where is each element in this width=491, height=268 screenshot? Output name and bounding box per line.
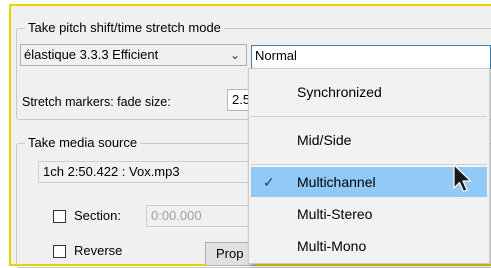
menu-item-label: Multichannel (297, 174, 376, 190)
chevron-down-icon: ⌄ (229, 48, 240, 62)
pitch-shift-group-title: Take pitch shift/time stretch mode (25, 20, 224, 36)
menu-item-multi-mono[interactable]: Multi-Mono (251, 231, 487, 261)
section-start-value: 0:00.000 (151, 208, 202, 223)
menu-item-synchronized[interactable]: Synchronized (251, 77, 487, 107)
algorithm-select-value: élastique 3.3.3 Efficient (24, 47, 159, 62)
section-start-input[interactable]: 0:00.000 (146, 205, 250, 227)
menu-item-label: Synchronized (297, 84, 382, 100)
mode-select[interactable]: Normal (251, 45, 491, 69)
mode-select-value: Normal (255, 48, 297, 63)
reverse-checkbox[interactable] (53, 245, 66, 258)
media-source-value: 1ch 2:50.422 : Vox.mp3 (43, 164, 180, 179)
menu-item-mid-side[interactable]: Mid/Side (251, 125, 487, 155)
menu-separator (251, 116, 487, 117)
menu-item-label: Mid/Side (297, 132, 352, 148)
algorithm-select[interactable]: élastique 3.3.3 Efficient ⌄ (20, 44, 247, 66)
mouse-pointer-icon (453, 164, 472, 193)
section-checkbox[interactable] (53, 210, 66, 223)
media-source-field[interactable]: 1ch 2:50.422 : Vox.mp3 (38, 161, 250, 183)
section-label: Section: (74, 208, 121, 223)
checkmark-icon: ✓ (263, 174, 275, 190)
menu-item-label: Multi-Mono (297, 238, 367, 254)
menu-item-multi-stereo[interactable]: Multi-Stereo (251, 199, 487, 229)
stretch-markers-label: Stretch markers: fade size: (22, 95, 171, 109)
menu-item-label: Multi-Stereo (297, 206, 373, 222)
properties-button-label: Prop (216, 246, 244, 261)
media-source-group-title: Take media source (25, 135, 141, 151)
reverse-label: Reverse (74, 243, 123, 258)
